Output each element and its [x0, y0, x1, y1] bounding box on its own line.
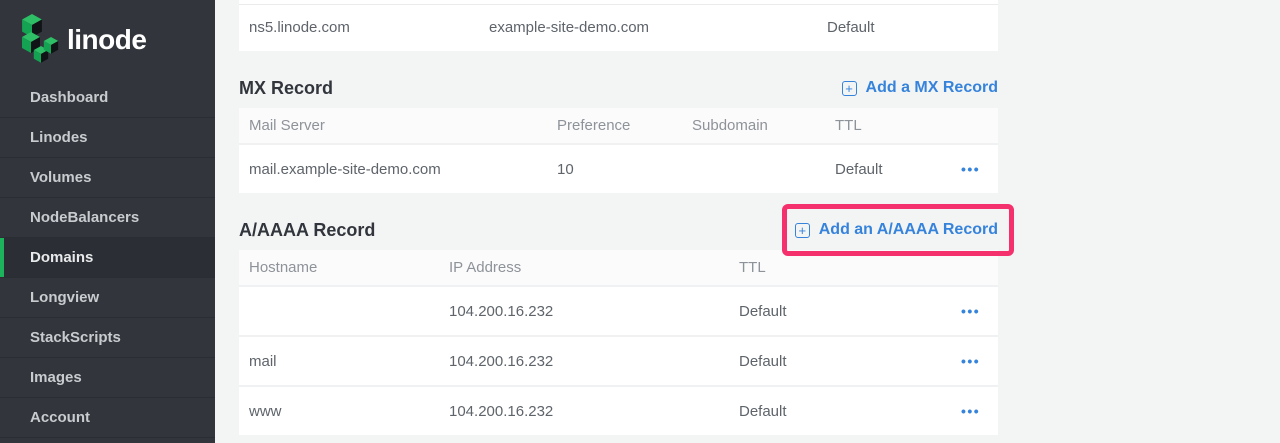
a-col-ip-address: IP Address	[449, 259, 739, 276]
a-table-row: mail 104.200.16.232 Default •••	[239, 335, 998, 385]
linode-cubes-icon	[18, 13, 60, 65]
a-ttl-cell: Default	[739, 303, 953, 320]
sidebar-item-stackscripts[interactable]: StackScripts	[0, 318, 215, 358]
ns-table-row: ns5.linode.com example-site-demo.com Def…	[239, 5, 998, 50]
linode-logo[interactable]: linode	[0, 0, 215, 78]
mx-col-preference: Preference	[557, 117, 692, 134]
a-hostname-cell: www	[239, 403, 449, 420]
sidebar-item-nodebalancers[interactable]: NodeBalancers	[0, 198, 215, 238]
sidebar: linode Dashboard Linodes Volumes NodeBal…	[0, 0, 215, 443]
sidebar-item-volumes[interactable]: Volumes	[0, 158, 215, 198]
plus-square-icon: +	[795, 223, 810, 238]
mx-table-row: mail.example-site-demo.com 10 Default ••…	[239, 143, 998, 193]
a-ip-address-cell: 104.200.16.232	[449, 303, 739, 320]
sidebar-item-linodes[interactable]: Linodes	[0, 118, 215, 158]
ellipsis-menu-icon[interactable]: •••	[961, 403, 980, 419]
a-row-actions: •••	[953, 303, 998, 320]
ns-ttl-cell: Default	[827, 19, 998, 36]
sidebar-item-dashboard[interactable]: Dashboard	[0, 78, 215, 118]
a-ip-address-cell: 104.200.16.232	[449, 353, 739, 370]
a-aaaa-section-header: A/AAAA Record + Add an A/AAAA Record	[239, 217, 998, 243]
mx-ttl-cell: Default	[835, 161, 953, 178]
ns-subdomain-cell: example-site-demo.com	[489, 19, 827, 36]
mx-col-subdomain: Subdomain	[692, 117, 835, 134]
a-table-row: www 104.200.16.232 Default •••	[239, 385, 998, 435]
ellipsis-menu-icon[interactable]: •••	[961, 353, 980, 369]
ellipsis-menu-icon[interactable]: •••	[961, 303, 980, 319]
a-table-row: 104.200.16.232 Default •••	[239, 285, 998, 335]
ns-name-server-cell: ns5.linode.com	[239, 19, 489, 36]
a-ip-address-cell: 104.200.16.232	[449, 403, 739, 420]
mx-col-ttl: TTL	[835, 117, 953, 134]
a-row-actions: •••	[953, 353, 998, 370]
a-col-ttl: TTL	[739, 259, 953, 276]
sidebar-item-images[interactable]: Images	[0, 358, 215, 398]
a-hostname-cell: mail	[239, 353, 449, 370]
add-mx-record-label: Add a MX Record	[866, 79, 998, 97]
add-a-aaaa-record-button[interactable]: + Add an A/AAAA Record	[795, 221, 998, 239]
a-row-actions: •••	[953, 403, 998, 420]
add-a-aaaa-record-label: Add an A/AAAA Record	[819, 221, 998, 239]
sidebar-nav: Dashboard Linodes Volumes NodeBalancers …	[0, 78, 215, 438]
a-ttl-cell: Default	[739, 353, 953, 370]
sidebar-item-longview[interactable]: Longview	[0, 278, 215, 318]
a-aaaa-record-table: Hostname IP Address TTL 104.200.16.232 D…	[239, 250, 998, 435]
plus-square-icon: +	[842, 81, 857, 96]
domain-records-page: ns5.linode.com example-site-demo.com Def…	[215, 0, 1280, 443]
mx-col-mail-server: Mail Server	[239, 117, 557, 134]
a-col-hostname: Hostname	[239, 259, 449, 276]
ns-record-table-partial: ns5.linode.com example-site-demo.com Def…	[239, 0, 998, 51]
mx-mail-server-cell: mail.example-site-demo.com	[239, 161, 557, 178]
mx-record-table: Mail Server Preference Subdomain TTL mai…	[239, 108, 998, 193]
a-table-header: Hostname IP Address TTL	[239, 250, 998, 285]
add-mx-record-button[interactable]: + Add a MX Record	[842, 79, 998, 97]
sidebar-item-domains[interactable]: Domains	[0, 238, 215, 278]
sidebar-item-account[interactable]: Account	[0, 398, 215, 438]
linode-manager-app: linode Dashboard Linodes Volumes NodeBal…	[0, 0, 1280, 443]
a-ttl-cell: Default	[739, 403, 953, 420]
ellipsis-menu-icon[interactable]: •••	[961, 161, 980, 177]
mx-row-actions: •••	[953, 161, 998, 178]
mx-section-title: MX Record	[239, 78, 333, 99]
mx-preference-cell: 10	[557, 161, 692, 178]
mx-section-header: MX Record + Add a MX Record	[239, 75, 998, 101]
logo-wordmark: linode	[67, 24, 146, 56]
mx-table-header: Mail Server Preference Subdomain TTL	[239, 108, 998, 143]
a-aaaa-section-title: A/AAAA Record	[239, 220, 375, 241]
